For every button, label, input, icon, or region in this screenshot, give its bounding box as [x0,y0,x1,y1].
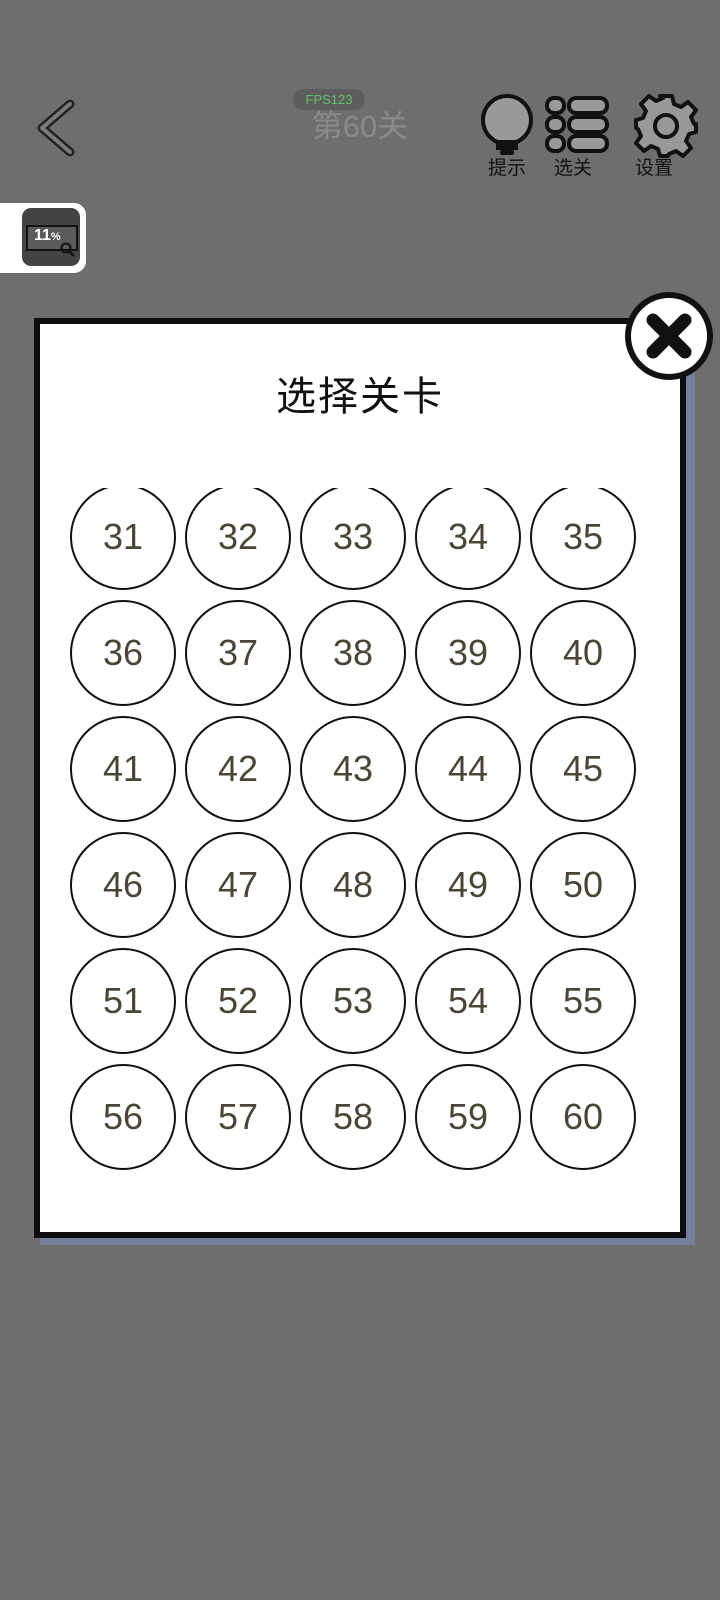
level-button[interactable]: 56 [70,1064,176,1170]
progress-box: 11% [22,208,80,266]
level-button[interactable]: 48 [300,832,406,938]
close-icon [646,313,692,359]
level-button[interactable]: 42 [185,716,291,822]
level-button[interactable]: 38 [300,600,406,706]
level-button[interactable]: 54 [415,948,521,1054]
level-button[interactable]: 39 [415,600,521,706]
progress-text: 11% [34,227,61,245]
level-button[interactable]: 43 [300,716,406,822]
level-button[interactable]: 57 [185,1064,291,1170]
level-button[interactable]: 41 [70,716,176,822]
level-button[interactable]: 33 [300,488,406,590]
level-button[interactable]: 47 [185,832,291,938]
level-button[interactable]: 45 [530,716,636,822]
level-button[interactable]: 59 [415,1064,521,1170]
progress-widget[interactable]: 11% [0,203,86,273]
select-level-label: 选关 [553,157,592,179]
dialog-title: 选择关卡 [276,374,444,420]
level-button[interactable]: 60 [530,1064,636,1170]
level-select-dialog: 选择关卡 31 32 33 34 35 36 37 38 39 40 41 42 43 44 45 46 47 4… [34,318,686,1238]
progress-value: 11 [34,227,51,244]
level-button[interactable]: 50 [530,832,636,938]
select-level-button[interactable]: 选关 [545,94,625,184]
level-button[interactable]: 36 [70,600,176,706]
level-button[interactable]: 46 [70,832,176,938]
level-button[interactable]: 52 [185,948,291,1054]
lightbulb-icon [481,94,533,155]
level-button[interactable]: 53 [300,948,406,1054]
level-grid[interactable]: 31 32 33 34 35 36 37 38 39 40 41 42 43 44 45 46 47 48 49 50… [60,488,670,1208]
close-button[interactable] [625,292,713,380]
level-button[interactable]: 35 [530,488,636,590]
level-button[interactable]: 40 [530,600,636,706]
level-button[interactable]: 37 [185,600,291,706]
level-button[interactable]: 51 [70,948,176,1054]
magnifier-icon [60,242,75,257]
back-button[interactable] [30,96,86,160]
level-button[interactable]: 44 [415,716,521,822]
chevron-left-icon [37,99,75,157]
level-button[interactable]: 49 [415,832,521,938]
settings-button[interactable]: 设置 [626,94,706,184]
level-button[interactable]: 31 [70,488,176,590]
gear-icon [634,94,698,158]
level-button[interactable]: 58 [300,1064,406,1170]
list-icon [545,96,609,153]
level-button[interactable]: 34 [415,488,521,590]
level-title: 第60关 [311,109,409,144]
level-button[interactable]: 55 [530,948,636,1054]
settings-label: 设置 [634,157,673,179]
level-button[interactable]: 32 [185,488,291,590]
